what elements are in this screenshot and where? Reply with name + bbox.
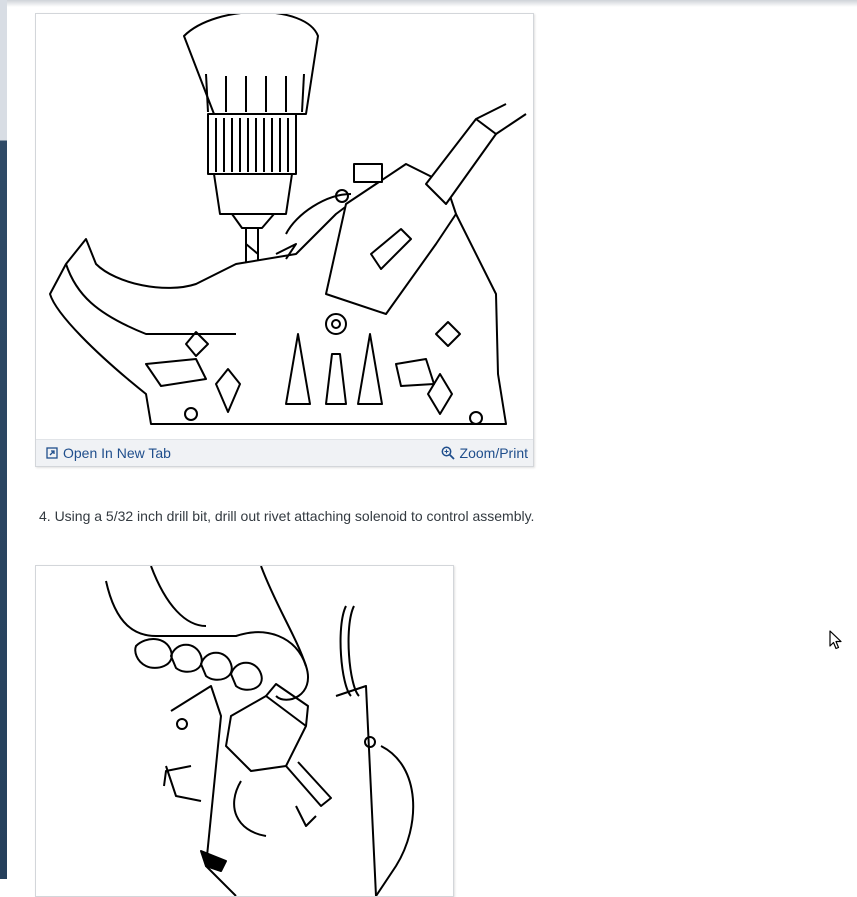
mouse-pointer-icon <box>829 630 842 650</box>
zoom-print-label: Zoom/Print <box>459 445 528 461</box>
drill-illustration[interactable] <box>36 14 533 438</box>
zoom-print-button[interactable]: Zoom/Print <box>441 444 528 462</box>
instruction-step-4: 4. Using a 5/32 inch drill bit, drill ou… <box>39 508 535 524</box>
left-window-edge <box>0 0 7 879</box>
top-shadow <box>0 0 857 7</box>
open-in-new-tab-icon <box>46 447 58 459</box>
figure-drill-rivet: Open In New Tab Zoom/Print <box>35 13 534 467</box>
figure-solenoid-removal <box>35 565 454 897</box>
open-in-new-tab-label: Open In New Tab <box>63 445 171 461</box>
magnifier-zoom-icon <box>441 446 455 460</box>
open-in-new-tab-button[interactable]: Open In New Tab <box>46 444 171 462</box>
solenoid-illustration[interactable] <box>36 566 453 896</box>
figure-toolbar: Open In New Tab Zoom/Print <box>36 439 533 466</box>
